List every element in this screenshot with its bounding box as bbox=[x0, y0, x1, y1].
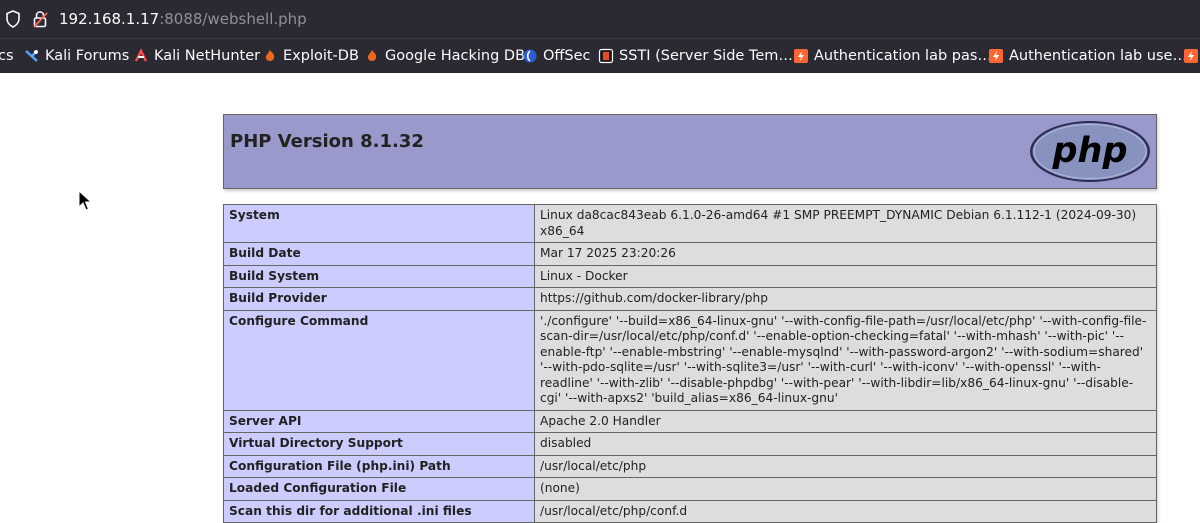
bookmark-exploit-db[interactable]: Exploit-DB bbox=[262, 46, 359, 66]
nethunter-icon bbox=[134, 48, 148, 62]
row-value: Mar 17 2025 23:20:26 bbox=[534, 242, 1157, 266]
insecure-lock-icon[interactable] bbox=[32, 10, 48, 28]
row-value: Linux - Docker bbox=[534, 264, 1157, 288]
php-logo-icon: php bbox=[1030, 121, 1150, 182]
bookmark-label: Authentication lab use… bbox=[1009, 48, 1187, 64]
bookmark-label: OffSec bbox=[543, 48, 591, 64]
bookmark-authentication-lab-use[interactable]: Authentication lab use… bbox=[988, 46, 1187, 66]
bookmark-label: cs bbox=[0, 48, 14, 64]
bookmark-authentication-lab-pas[interactable]: Authentication lab pas… bbox=[793, 46, 992, 66]
row-value: /usr/local/etc/php/conf.d bbox=[534, 499, 1157, 523]
mouse-cursor-icon bbox=[78, 190, 92, 211]
row-value: /usr/local/etc/php bbox=[534, 454, 1157, 478]
table-row: Configure Command './configure' '--build=… bbox=[223, 309, 1157, 411]
portswigger-icon bbox=[989, 49, 1003, 63]
bookmark-label: Exploit-DB bbox=[283, 48, 359, 64]
row-key: Virtual Directory Support bbox=[223, 432, 535, 456]
bookmark-ssti[interactable]: SSTI (Server Side Tem… bbox=[598, 46, 793, 66]
row-value: (none) bbox=[534, 477, 1157, 501]
table-row: Loaded Configuration File (none) bbox=[223, 477, 1157, 501]
row-value: Linux da8cac843eab 6.1.0-26-amd64 #1 SMP… bbox=[534, 204, 1157, 243]
exploit-db-icon bbox=[265, 50, 275, 61]
phpinfo-header: PHP Version 8.1.32 php bbox=[223, 114, 1157, 189]
table-row: Server API Apache 2.0 Handler bbox=[223, 409, 1157, 433]
php-version-title: PHP Version 8.1.32 bbox=[230, 131, 424, 152]
row-key: Scan this dir for additional .ini files bbox=[223, 499, 535, 523]
bookmark-label: Kali NetHunter bbox=[154, 48, 261, 64]
table-row: Build Provider https://github.com/docker-… bbox=[223, 287, 1157, 311]
bookmark-kali-nethunter[interactable]: Kali NetHunter bbox=[133, 46, 260, 66]
table-row: Scan this dir for additional .ini files /… bbox=[223, 499, 1157, 523]
portswigger-icon bbox=[794, 49, 808, 63]
bookmark-overflow[interactable] bbox=[1183, 46, 1200, 66]
row-key: Build System bbox=[223, 264, 535, 288]
bookmark-truncated[interactable]: cs bbox=[0, 46, 14, 66]
kali-dragon-icon bbox=[25, 50, 38, 62]
row-key: Configure Command bbox=[223, 309, 535, 411]
row-key: Configuration File (php.ini) Path bbox=[223, 454, 535, 478]
php-logo-text: php bbox=[1051, 131, 1127, 171]
url-host: 192.168.1.17 bbox=[59, 10, 160, 28]
row-key: Build Date bbox=[223, 242, 535, 266]
bookmark-google-hacking-db[interactable]: Google Hacking DB bbox=[364, 46, 525, 66]
url-text[interactable]: 192.168.1.17:8088/webshell.php bbox=[59, 9, 307, 29]
row-key: Loaded Configuration File bbox=[223, 477, 535, 501]
bookmark-label: Authentication lab pas… bbox=[814, 48, 992, 64]
row-value: Apache 2.0 Handler bbox=[534, 409, 1157, 433]
row-key: Server API bbox=[223, 409, 535, 433]
bookmark-label: SSTI (Server Side Tem… bbox=[619, 48, 793, 64]
table-row: Configuration File (php.ini) Path/usr/lo… bbox=[223, 454, 1157, 478]
shield-icon[interactable] bbox=[5, 10, 21, 28]
table-row: Virtual Directory Support disabled bbox=[223, 432, 1157, 456]
url-path: :8088/webshell.php bbox=[159, 10, 307, 28]
ghdb-icon bbox=[367, 50, 377, 61]
page-content: PHP Version 8.1.32 php System Linux da8ca… bbox=[0, 73, 1200, 523]
table-row: Build Date Mar 17 2025 23:20:26 bbox=[223, 242, 1157, 266]
address-bar[interactable]: 192.168.1.17:8088/webshell.php bbox=[0, 0, 1200, 38]
row-key: System bbox=[223, 204, 535, 243]
table-row: Build System Linux - Docker bbox=[223, 264, 1157, 288]
bookmark-label: Kali Forums bbox=[45, 48, 130, 64]
bookmarks-toolbar: cs Kali Forums Kali NetHunter Exploit-DB… bbox=[0, 38, 1200, 73]
bookmark-offsec[interactable]: OffSec bbox=[522, 46, 591, 66]
row-value: https://github.com/docker-library/php bbox=[534, 287, 1157, 311]
row-value: disabled bbox=[534, 432, 1157, 456]
portswigger-icon bbox=[1184, 49, 1198, 63]
row-value: './configure' '--build=x86_64-linux-gnu'… bbox=[534, 309, 1157, 411]
offsec-icon bbox=[523, 49, 537, 63]
bookmark-kali-forums[interactable]: Kali Forums bbox=[24, 46, 129, 66]
ssti-icon bbox=[598, 48, 614, 64]
row-key: Build Provider bbox=[223, 287, 535, 311]
phpinfo-table: System Linux da8cac843eab 6.1.0-26-amd64 … bbox=[223, 204, 1157, 523]
bookmark-label: Google Hacking DB bbox=[385, 48, 526, 64]
table-row: System Linux da8cac843eab 6.1.0-26-amd64 … bbox=[223, 204, 1157, 243]
